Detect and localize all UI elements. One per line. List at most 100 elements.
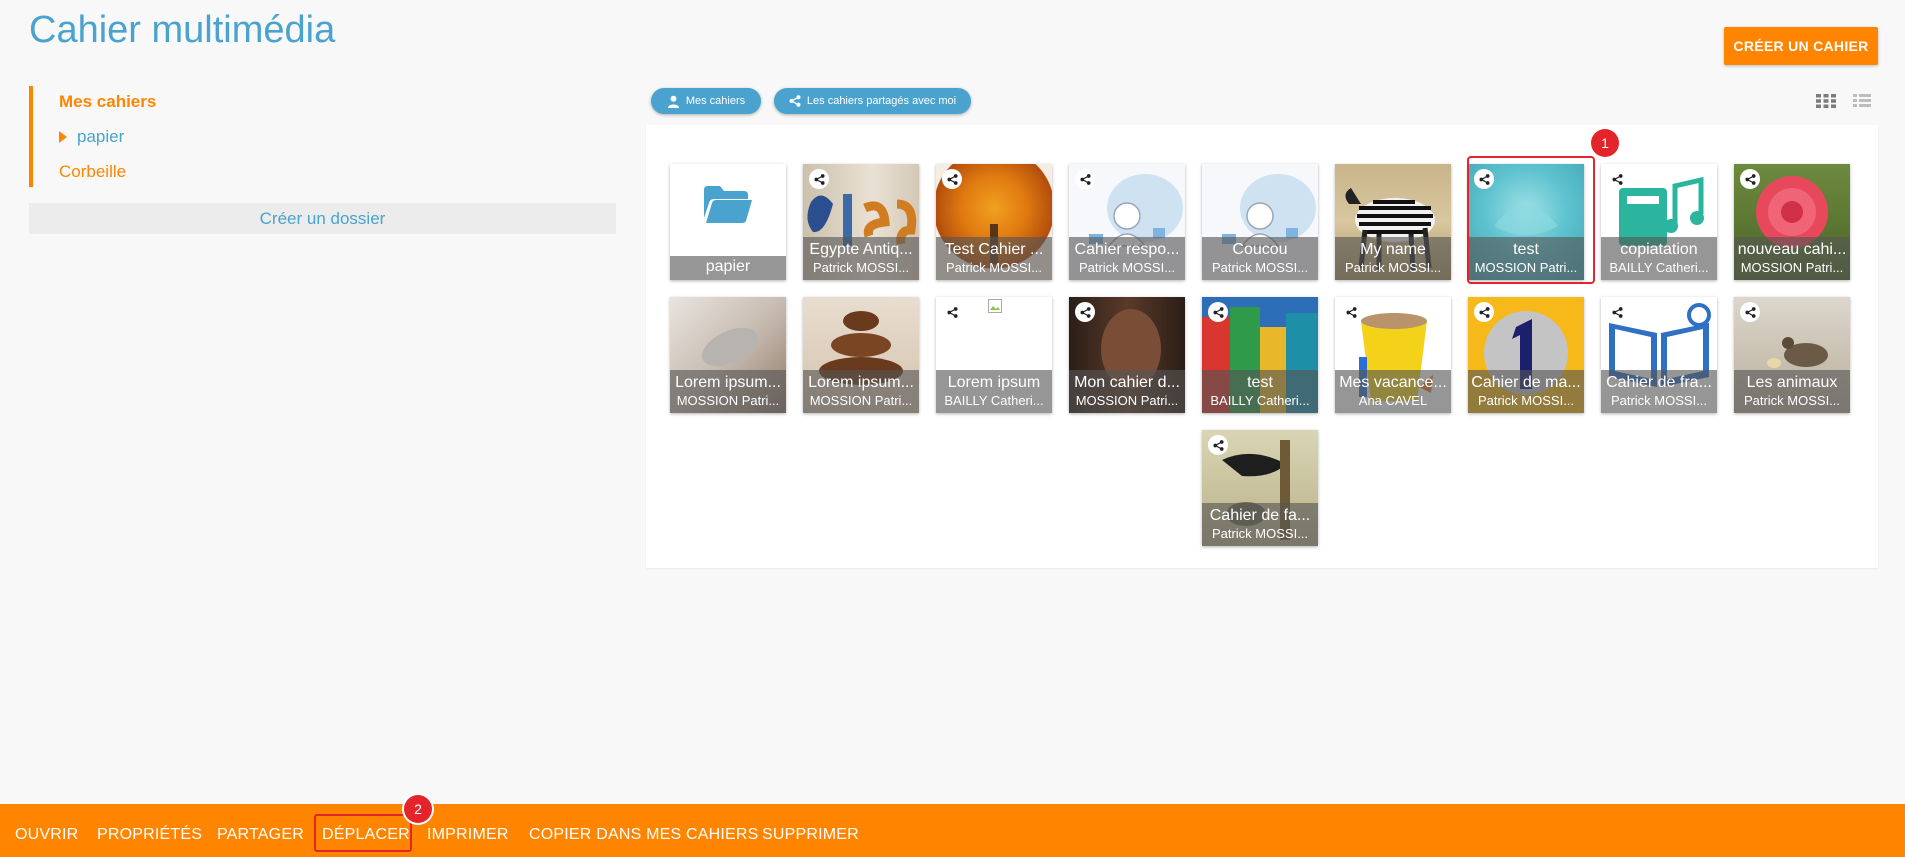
shared-icon — [1474, 169, 1494, 189]
folder-card-papier[interactable]: papier — [670, 164, 786, 280]
copy-to-my-notebooks-button[interactable]: COPIER DANS MES CAHIERS — [529, 826, 759, 844]
notebook-title: Lorem ipsum... — [808, 374, 914, 391]
notebook-owner: MOSSION Patri... — [1474, 260, 1578, 275]
notebook-card[interactable]: Lorem ipsum BAILLY Catheri... — [936, 297, 1052, 413]
notebook-card[interactable]: Les animaux Patrick MOSSI... — [1734, 297, 1850, 413]
sidebar-item-label: papier — [77, 127, 125, 146]
step-badge-1: 1 — [1591, 129, 1619, 157]
notebook-owner: Ana CAVEL — [1358, 393, 1428, 408]
notebook-card[interactable]: Egypte Antiq... Patrick MOSSI... — [803, 164, 919, 280]
properties-button[interactable]: PROPRIÉTÉS — [97, 826, 202, 844]
notebook-card[interactable]: Cahier respo... Patrick MOSSI... — [1069, 164, 1185, 280]
notebook-title: nouveau cahi... — [1737, 241, 1847, 258]
notebook-owner: Patrick MOSSI... — [1344, 260, 1442, 275]
delete-button[interactable]: SUPPRIMER — [762, 826, 859, 844]
sidebar-nav: Mes cahiers papier Corbeille — [29, 86, 623, 187]
notebook-card[interactable]: nouveau cahi... MOSSION Patri... — [1734, 164, 1850, 280]
page-title: Cahier multimédia — [29, 9, 336, 51]
shared-icon — [942, 169, 962, 189]
create-folder-button[interactable]: Créer un dossier — [29, 203, 616, 234]
notebook-card[interactable]: Cahier de fa... Patrick MOSSI... — [1202, 430, 1318, 546]
shared-icon — [1740, 169, 1760, 189]
shared-icon — [1075, 302, 1095, 322]
notebook-title: Les animaux — [1746, 374, 1838, 391]
sidebar-item-papier[interactable]: papier — [59, 127, 124, 147]
sidebar-item-mes-cahiers[interactable]: Mes cahiers — [59, 92, 156, 112]
notebook-title: Cahier de ma... — [1471, 374, 1581, 391]
notebook-card[interactable]: Test Cahier ... Patrick MOSSI... — [936, 164, 1052, 280]
notebook-owner: BAILLY Catheri... — [1609, 260, 1709, 275]
notebook-title: test — [1513, 241, 1539, 258]
notebook-title: test — [1247, 374, 1273, 391]
sidebar-item-corbeille[interactable]: Corbeille — [59, 162, 126, 182]
create-notebook-button[interactable]: CRÉER UN CAHIER — [1724, 27, 1878, 65]
shared-icon — [1341, 302, 1361, 322]
notebook-owner: Patrick MOSSI... — [1477, 393, 1575, 408]
notebook-card[interactable]: Lorem ipsum... MOSSION Patri... — [803, 297, 919, 413]
notebook-title: Cahier de fa... — [1209, 507, 1311, 524]
share-icon — [789, 95, 801, 107]
notebook-title: Cahier de fra... — [1606, 374, 1712, 391]
broken-image-icon — [988, 299, 1002, 313]
filter-shared-label: Les cahiers partagés avec moi — [806, 95, 957, 107]
shared-icon — [1607, 169, 1627, 189]
folder-open-icon — [704, 186, 752, 223]
step-badge-2: 2 — [404, 795, 432, 823]
open-button[interactable]: OUVRIR — [15, 826, 78, 844]
move-button[interactable]: DÉPLACER — [322, 826, 410, 844]
notebook-owner: BAILLY Catheri... — [1210, 393, 1310, 408]
user-icon — [667, 95, 679, 108]
notebook-grid-panel: papier Egypte Antiq... Patrick MOSSI... T… — [646, 125, 1878, 568]
notebook-owner: MOSSION Patri... — [1075, 393, 1179, 408]
notebook-card[interactable]: Mes vacance... Ana CAVEL — [1335, 297, 1451, 413]
shared-icon — [1075, 169, 1095, 189]
list-view-icon[interactable] — [1853, 94, 1871, 112]
notebook-title: Egypte Antiq... — [809, 241, 913, 258]
notebook-owner: MOSSION Patri... — [676, 393, 780, 408]
shared-icon — [942, 302, 962, 322]
notebook-title: Mon cahier d... — [1074, 374, 1180, 391]
shared-icon — [1740, 302, 1760, 322]
notebook-card[interactable]: Lorem ipsum... MOSSION Patri... — [670, 297, 786, 413]
notebook-title: Cahier respo... — [1074, 241, 1180, 258]
notebook-owner: Patrick MOSSI... — [1743, 393, 1841, 408]
print-button[interactable]: IMPRIMER — [427, 826, 509, 844]
notebook-card[interactable]: copiatation BAILLY Catheri... — [1601, 164, 1717, 280]
shared-icon — [1474, 302, 1494, 322]
notebook-owner: MOSSION Patri... — [1740, 260, 1844, 275]
filter-mes-cahiers-label: Mes cahiers — [685, 95, 746, 107]
notebook-owner: Patrick MOSSI... — [1078, 260, 1176, 275]
notebook-title: copiatation — [1620, 241, 1698, 258]
notebook-owner: Patrick MOSSI... — [945, 260, 1043, 275]
shared-icon — [809, 169, 829, 189]
notebook-title: My name — [1360, 241, 1426, 258]
notebook-owner: Patrick MOSSI... — [812, 260, 910, 275]
notebook-owner: Patrick MOSSI... — [1610, 393, 1708, 408]
filter-mes-cahiers-button[interactable]: Mes cahiers — [651, 88, 761, 114]
shared-icon — [1208, 435, 1228, 455]
shared-icon — [1208, 302, 1228, 322]
caret-right-icon[interactable] — [59, 131, 67, 143]
share-button[interactable]: PARTAGER — [217, 826, 304, 844]
notebook-title: Test Cahier ... — [944, 241, 1044, 258]
notebook-title: Coucou — [1232, 241, 1288, 258]
notebook-card[interactable]: My name Patrick MOSSI... — [1335, 164, 1451, 280]
grid-view-icon[interactable] — [1816, 94, 1836, 113]
notebook-card[interactable]: test BAILLY Catheri... — [1202, 297, 1318, 413]
notebook-owner: Patrick MOSSI... — [1211, 526, 1309, 541]
notebook-title: Lorem ipsum — [947, 374, 1041, 391]
shared-icon — [1607, 302, 1627, 322]
notebook-title: Lorem ipsum... — [675, 374, 781, 391]
notebook-card[interactable]: Cahier de fra... Patrick MOSSI... — [1601, 297, 1717, 413]
notebook-card[interactable]: Mon cahier d... MOSSION Patri... — [1069, 297, 1185, 413]
notebook-card[interactable]: Cahier de ma... Patrick MOSSI... — [1468, 297, 1584, 413]
notebook-owner: MOSSION Patri... — [809, 393, 913, 408]
filter-shared-button[interactable]: Les cahiers partagés avec moi — [774, 88, 971, 114]
notebook-owner: BAILLY Catheri... — [944, 393, 1044, 408]
notebook-card[interactable]: Coucou Patrick MOSSI... — [1202, 164, 1318, 280]
notebook-title: Mes vacance... — [1339, 374, 1447, 391]
folder-name: papier — [705, 258, 751, 275]
notebook-card-selected[interactable]: test MOSSION Patri... — [1468, 164, 1584, 280]
notebook-owner: Patrick MOSSI... — [1211, 260, 1309, 275]
action-toolbar: OUVRIR PROPRIÉTÉS PARTAGER DÉPLACER IMPR… — [0, 804, 1905, 857]
